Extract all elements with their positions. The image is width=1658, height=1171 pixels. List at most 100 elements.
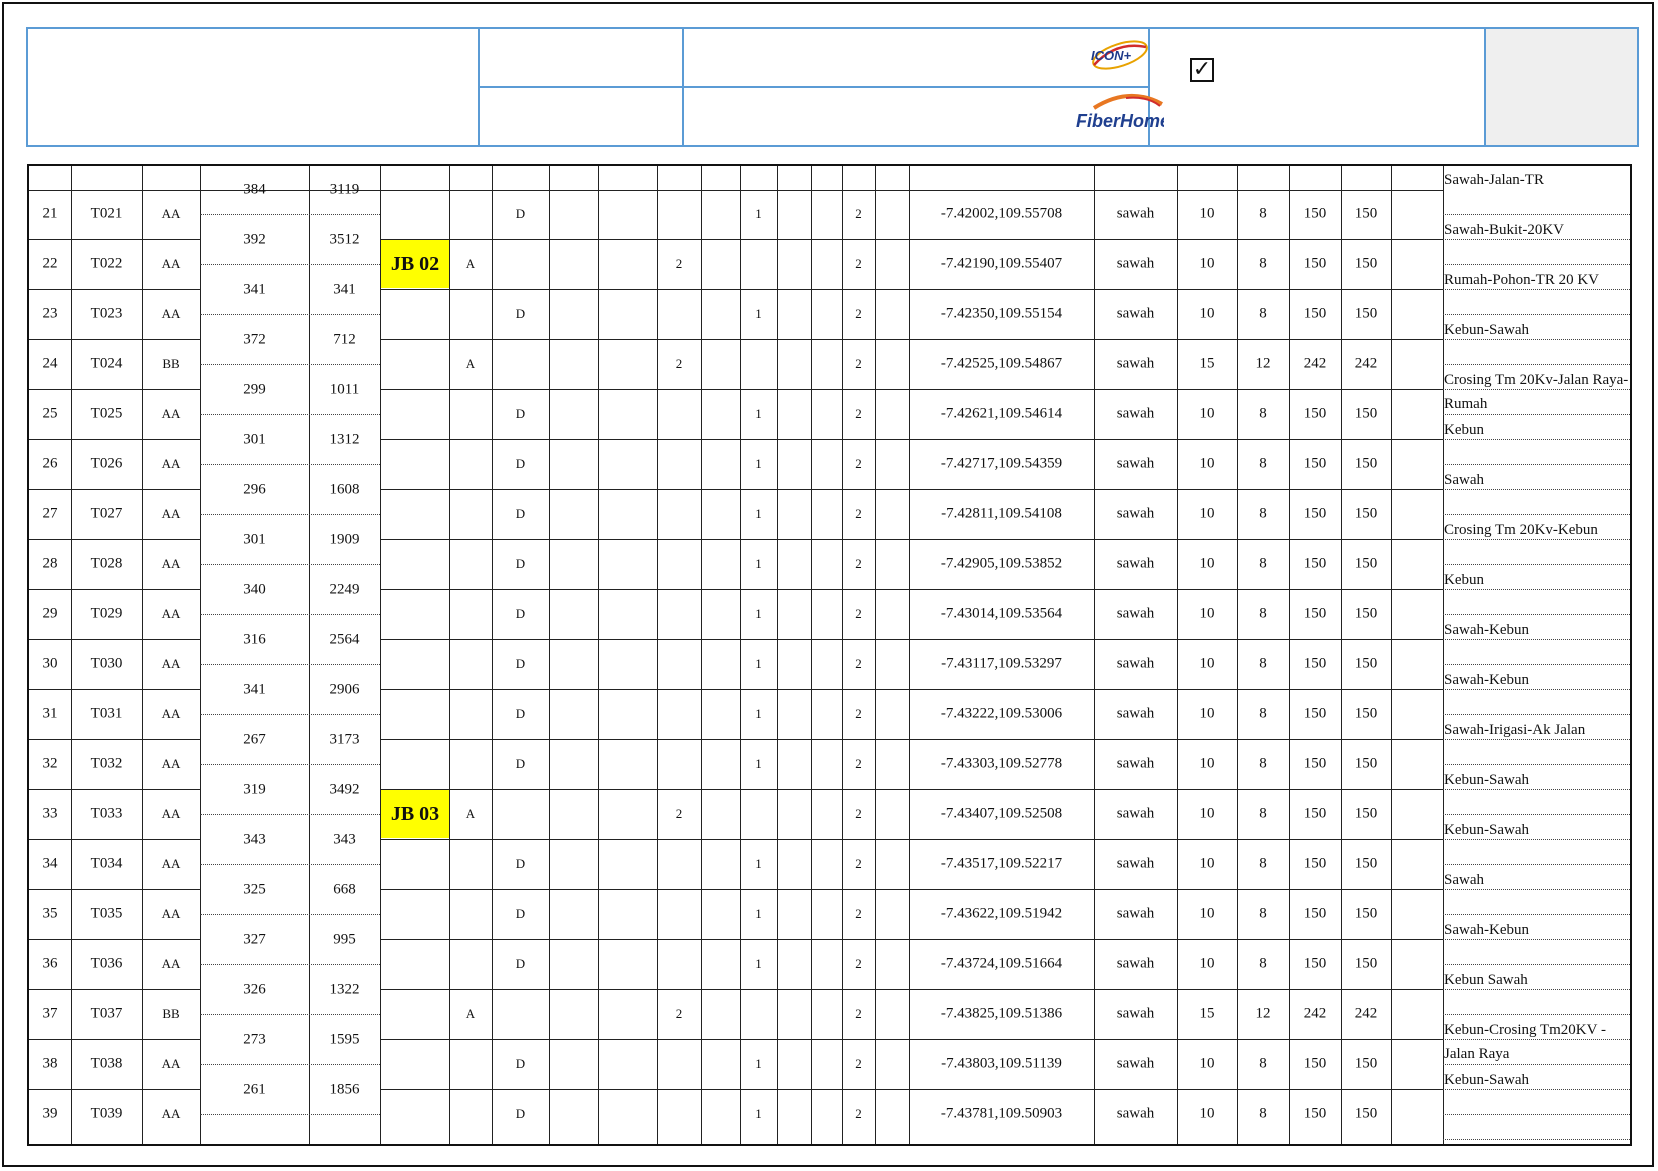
- row-31-type: AA: [161, 706, 181, 721]
- row-26-c: 150: [1303, 455, 1327, 472]
- row-24-tower: T024: [90, 355, 123, 372]
- row-28-c1: 1: [755, 556, 762, 571]
- row-32-cum: 3173: [329, 731, 360, 748]
- row-36-tower: T036: [90, 955, 123, 972]
- row-23-a: 10: [1199, 305, 1215, 322]
- row-36-type: AA: [161, 956, 181, 971]
- row-37-d: 242: [1354, 1005, 1378, 1022]
- row-21-c1: 1: [755, 206, 762, 221]
- row-29-cum: 2249: [329, 581, 360, 598]
- row-36-c: 150: [1303, 955, 1327, 972]
- row-33-colA: A: [465, 806, 476, 821]
- row-23-no: 23: [42, 305, 58, 322]
- row-22-land: sawah: [1116, 255, 1155, 272]
- row-27-no: 27: [42, 505, 58, 522]
- row-32-colD: D: [515, 756, 526, 771]
- row-39-d: 150: [1354, 1105, 1378, 1122]
- row-25-no: 25: [42, 405, 58, 422]
- joint-box-label: JB 02: [381, 240, 449, 288]
- row-36-cum: 995: [333, 931, 356, 948]
- row-21-tower: T021: [90, 205, 123, 222]
- row-39-note: Kebun-Sawah: [1444, 1072, 1529, 1088]
- row-24-colA: A: [465, 356, 476, 371]
- row-24-land: sawah: [1116, 355, 1155, 372]
- row-26-note: Kebun: [1444, 422, 1484, 438]
- row-36-land: sawah: [1116, 955, 1155, 972]
- row-32-type: AA: [161, 756, 181, 771]
- row-29-d: 150: [1354, 605, 1378, 622]
- row-33-c: 150: [1303, 805, 1327, 822]
- row-28-c: 150: [1303, 555, 1327, 572]
- row-35-c2b: 2: [855, 906, 862, 921]
- row-29-type: AA: [161, 606, 181, 621]
- row-23-land: sawah: [1116, 305, 1155, 322]
- row-38-type: AA: [161, 1056, 181, 1071]
- row-30-coord: -7.43117,109.53297: [941, 655, 1062, 672]
- row-36-coord: -7.43724,109.51664: [940, 955, 1063, 972]
- row-35-type: AA: [161, 906, 181, 921]
- row-34-b: 8: [1259, 855, 1267, 872]
- row-25-land: sawah: [1116, 405, 1155, 422]
- row-25-coord: -7.42621,109.54614: [940, 405, 1063, 422]
- row-30-no: 30: [42, 655, 58, 672]
- row-28-d: 150: [1354, 555, 1378, 572]
- row-25-note: Crosing Tm 20Kv-Jalan Raya-Rumah: [1444, 372, 1629, 412]
- row-36-no: 36: [42, 955, 58, 972]
- row-31-span: 341: [243, 681, 266, 698]
- row-38-b: 8: [1259, 1055, 1267, 1072]
- row-23-cum: 341: [333, 281, 356, 298]
- row-37-coord: -7.43825,109.51386: [940, 1005, 1063, 1022]
- row-37-note: Kebun Sawah: [1444, 972, 1528, 988]
- row-27-c2b: 2: [855, 506, 862, 521]
- row-38-c1: 1: [755, 1056, 762, 1071]
- row-22-coord: -7.42190,109.55407: [940, 255, 1063, 272]
- row-27-a: 10: [1199, 505, 1215, 522]
- row-33-tower: T033: [90, 805, 123, 822]
- row-36-c2b: 2: [855, 956, 862, 971]
- row-25-c2b: 2: [855, 406, 862, 421]
- row-32-no: 32: [42, 755, 58, 772]
- row-29-b: 8: [1259, 605, 1267, 622]
- row-24-b: 12: [1255, 355, 1271, 372]
- header-gray-cell: [1485, 29, 1637, 145]
- row-27-b: 8: [1259, 505, 1267, 522]
- row-33-d: 150: [1354, 805, 1378, 822]
- row-28-c2b: 2: [855, 556, 862, 571]
- approval-checkbox[interactable]: ✓: [1190, 58, 1214, 82]
- row-31-b: 8: [1259, 705, 1267, 722]
- row-31-coord: -7.43222,109.53006: [940, 705, 1063, 722]
- row-38-colD: D: [515, 1056, 526, 1071]
- joint-box-label: JB 03: [381, 790, 449, 838]
- row-26-span: 301: [243, 431, 266, 448]
- row-31-note: Sawah-Kebun: [1444, 672, 1529, 688]
- row-21-colD: D: [515, 206, 526, 221]
- row-35-a: 10: [1199, 905, 1215, 922]
- row-30-c1: 1: [755, 656, 762, 671]
- row-31-c: 150: [1303, 705, 1327, 722]
- row-38-a: 10: [1199, 1055, 1215, 1072]
- row-39-coord: -7.43781,109.50903: [940, 1105, 1063, 1122]
- row-30-span: 316: [243, 631, 266, 648]
- row-33-note: Kebun-Sawah: [1444, 772, 1529, 788]
- row-39-cum: 1856: [329, 1081, 360, 1098]
- row-23-tower: T023: [90, 305, 123, 322]
- row-33-span: 319: [243, 781, 266, 798]
- row-26-b: 8: [1259, 455, 1267, 472]
- row-39-tower: T039: [90, 1105, 123, 1122]
- row-22-b: 8: [1259, 255, 1267, 272]
- row-32-tower: T032: [90, 755, 123, 772]
- row-25-colD: D: [515, 406, 526, 421]
- icon-plus-logo: ICON+: [1091, 40, 1148, 70]
- row-32-d: 150: [1354, 755, 1378, 772]
- row-21-no: 21: [42, 205, 58, 222]
- row-37-c2: 2: [675, 1006, 683, 1021]
- row-27-note: Sawah: [1444, 472, 1484, 488]
- row-21-cum: 3119: [329, 181, 360, 198]
- row-21-span: 384: [243, 181, 266, 198]
- row-37-no: 37: [42, 1005, 58, 1022]
- row-39-c2b: 2: [855, 1106, 862, 1121]
- row-25-d: 150: [1354, 405, 1378, 422]
- row-31-tower: T031: [90, 705, 123, 722]
- row-34-colD: D: [515, 856, 526, 871]
- row-23-b: 8: [1259, 305, 1267, 322]
